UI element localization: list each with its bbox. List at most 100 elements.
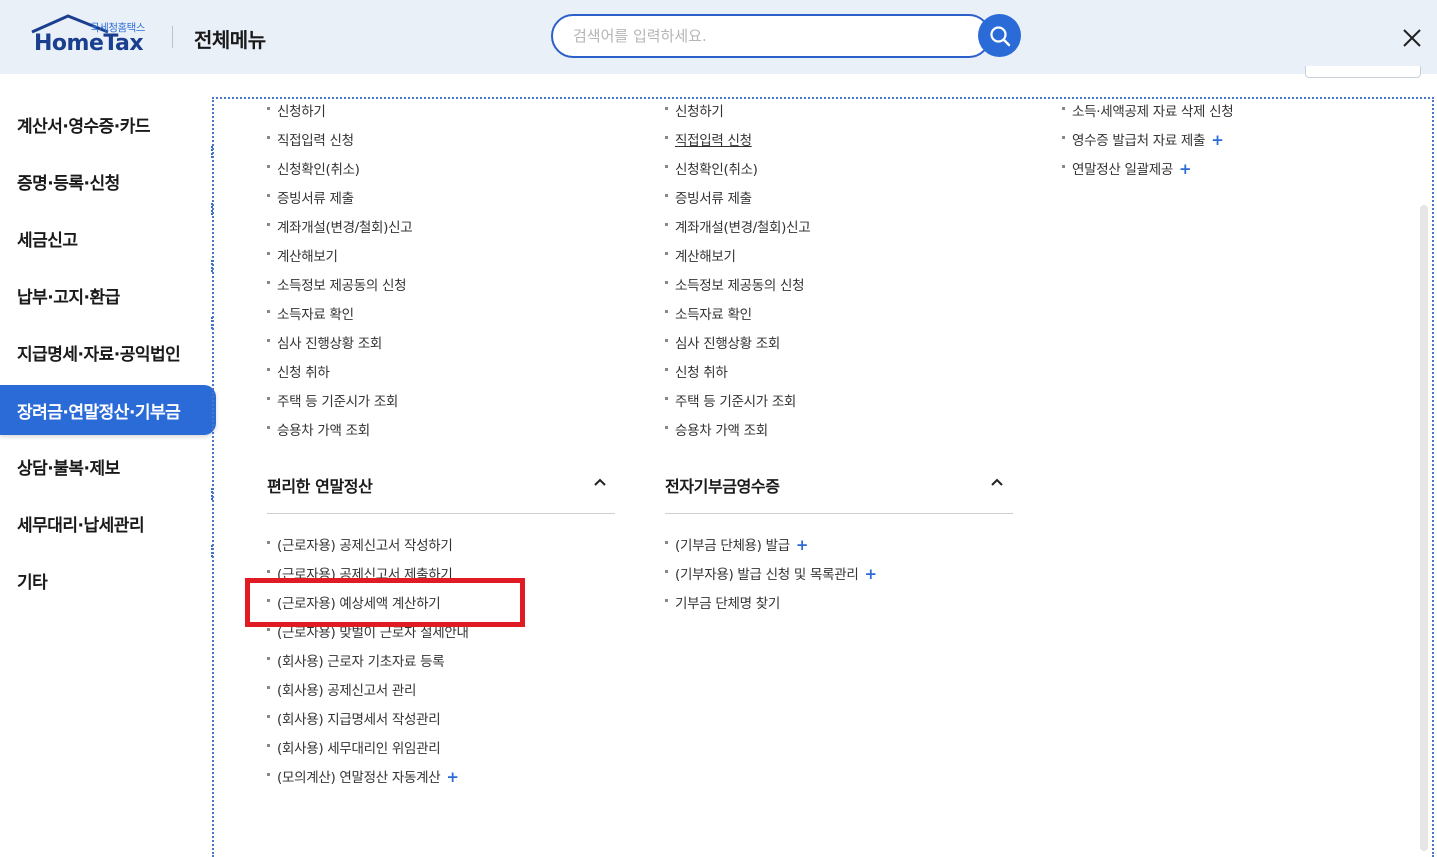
bullet-icon [665, 223, 668, 226]
bullet-icon [665, 426, 668, 429]
bullet-icon [665, 165, 668, 168]
sidebar-item-label: 상담·불복·제보 [17, 458, 120, 479]
bullet-icon [267, 570, 270, 573]
bullet-icon [267, 310, 270, 313]
chevron-up-icon[interactable] [989, 474, 1005, 490]
bullet-icon [267, 744, 270, 747]
sidebar-item-label: 세무대리·납세관리 [17, 515, 145, 536]
link-withdraw-application[interactable]: 신청 취하 [277, 361, 330, 381]
bullet-icon [267, 252, 270, 255]
bullet-icon [665, 397, 668, 400]
link-apply[interactable]: 신청하기 [277, 100, 326, 120]
link-submit-evidence[interactable]: 증빙서류 제출 [675, 187, 752, 207]
search-box [551, 14, 991, 58]
link-direct-input-apply[interactable]: 직접입력 신청 [675, 129, 752, 149]
bullet-icon [267, 715, 270, 718]
link-calculate[interactable]: 계산해보기 [277, 245, 338, 265]
bullet-icon [665, 570, 668, 573]
bullet-icon [665, 252, 668, 255]
link-car-price-lookup[interactable]: 승용차 가액 조회 [277, 419, 370, 439]
sidebar-item-incentive-yearend-donation[interactable]: 장려금·연말정산·기부금 [0, 385, 216, 435]
link-mock-auto-calc[interactable]: (모의계산) 연말정산 자동계산 + [277, 766, 459, 786]
link-submit-evidence[interactable]: 증빙서류 제출 [277, 187, 354, 207]
bullet-icon [267, 165, 270, 168]
plus-icon: + [795, 536, 809, 554]
link-label: (회사용) 지급명세서 작성관리 [277, 712, 441, 728]
link-income-info-consent[interactable]: 소득정보 제공동의 신청 [277, 274, 406, 294]
sidebar-item-label: 증명·등록·신청 [17, 173, 120, 194]
link-receipt-issuer-submit[interactable]: 영수증 발급처 자료 제출 + [1072, 129, 1224, 149]
sidebar-item-etc[interactable]: 기타 [0, 555, 216, 605]
link-worker-deduction-write[interactable]: (근로자용) 공제신고서 작성하기 [277, 534, 453, 554]
close-icon [1403, 29, 1421, 47]
bullet-icon [267, 657, 270, 660]
highlight-box [245, 578, 525, 627]
vertical-scrollbar[interactable] [1420, 205, 1428, 851]
bullet-icon [267, 541, 270, 544]
plus-icon: + [446, 768, 459, 786]
link-house-price-lookup[interactable]: 주택 등 기준시가 조회 [675, 390, 796, 410]
link-house-price-lookup[interactable]: 주택 등 기준시가 조회 [277, 390, 398, 410]
bullet-icon [267, 773, 270, 776]
link-calculate[interactable]: 계산해보기 [675, 245, 736, 265]
link-donation-org-search[interactable]: 기부금 단체명 찾기 [675, 592, 780, 612]
sidebar-item-payment-refund[interactable]: 납부·고지·환급 [0, 270, 216, 320]
link-apply[interactable]: 신청하기 [675, 100, 724, 120]
bullet-icon [267, 426, 270, 429]
bullet-icon [267, 628, 270, 631]
link-account-report[interactable]: 계좌개설(변경/철회)신고 [277, 216, 413, 236]
bullet-icon [267, 223, 270, 226]
sidebar-item-certificate-registration[interactable]: 증명·등록·신청 [0, 156, 216, 206]
link-withdraw-application[interactable]: 신청 취하 [675, 361, 728, 381]
sidebar-item-label: 세금신고 [17, 230, 78, 251]
link-label: 기부금 단체명 찾기 [675, 596, 780, 612]
bullet-icon [665, 310, 668, 313]
link-company-statement-manage[interactable]: (회사용) 지급명세서 작성관리 [277, 708, 441, 728]
link-income-info-consent[interactable]: 소득정보 제공동의 신청 [675, 274, 804, 294]
link-review-status[interactable]: 심사 진행상황 조회 [277, 332, 382, 352]
link-donation-org-issue[interactable]: (기부금 단체용) 발급 + [675, 534, 808, 554]
link-apply-confirm-cancel[interactable]: 신청확인(취소) [277, 158, 360, 178]
plus-icon: + [1178, 160, 1192, 178]
search-input[interactable] [573, 25, 953, 47]
link-label: 연말정산 일괄제공 [1072, 162, 1173, 178]
sidebar-item-tax-agent[interactable]: 세무대리·납세관리 [0, 498, 216, 548]
section-divider [267, 513, 615, 514]
section-divider [665, 513, 1013, 514]
link-company-agent-delegation[interactable]: (회사용) 세무대리인 위임관리 [277, 737, 441, 757]
chevron-up-icon[interactable] [592, 474, 608, 490]
link-company-worker-basic-data[interactable]: (회사용) 근로자 기초자료 등록 [277, 650, 445, 670]
link-donor-issue-request[interactable]: (기부자용) 발급 신청 및 목록관리 + [675, 563, 877, 583]
search-button[interactable] [978, 14, 1021, 57]
link-income-data-check[interactable]: 소득자료 확인 [675, 303, 752, 323]
sidebar-item-label: 장려금·연말정산·기부금 [17, 402, 181, 423]
link-car-price-lookup[interactable]: 승용차 가액 조회 [675, 419, 768, 439]
link-apply-confirm-cancel[interactable]: 신청확인(취소) [675, 158, 758, 178]
sidebar-item-payment-statement[interactable]: 지급명세·자료·공익법인 [0, 327, 216, 377]
link-income-data-check[interactable]: 소득자료 확인 [277, 303, 354, 323]
section-title: 편리한 연말정산 [267, 477, 373, 496]
link-yearend-bulk-provide[interactable]: 연말정산 일괄제공 + [1072, 158, 1192, 178]
bullet-icon [267, 339, 270, 342]
link-deduction-data-delete[interactable]: 소득·세액공제 자료 삭제 신청 [1072, 100, 1234, 120]
section-title: 전자기부금영수증 [665, 477, 780, 496]
link-review-status[interactable]: 심사 진행상황 조회 [675, 332, 780, 352]
link-account-report[interactable]: 계좌개설(변경/철회)신고 [675, 216, 811, 236]
link-company-deduction-manage[interactable]: (회사용) 공제신고서 관리 [277, 679, 416, 699]
sidebar-item-label: 지급명세·자료·공익법인 [17, 344, 181, 365]
link-label: (모의계산) 연말정산 자동계산 [277, 770, 441, 786]
sidebar-item-tax-filing[interactable]: 세금신고 [0, 213, 216, 263]
sidebar-item-consult-appeal-report[interactable]: 상담·불복·제보 [0, 441, 216, 491]
bullet-icon [267, 194, 270, 197]
header-divider [172, 26, 173, 48]
hometax-logo[interactable]: 국세청홈택스 HomeTax [30, 14, 152, 62]
bullet-icon [1062, 165, 1065, 168]
bullet-icon [665, 599, 668, 602]
link-label: (회사용) 근로자 기초자료 등록 [277, 654, 445, 670]
logo-wordmark: HomeTax [34, 31, 144, 56]
sidebar-item-label: 납부·고지·환급 [17, 287, 120, 308]
link-direct-input-apply[interactable]: 직접입력 신청 [277, 129, 354, 149]
close-button[interactable] [1396, 22, 1428, 54]
link-label: (근로자용) 맞벌이 근로자 절세안내 [277, 625, 469, 641]
sidebar-item-invoice-receipt-card[interactable]: 계산서·영수증·카드 [0, 99, 216, 149]
